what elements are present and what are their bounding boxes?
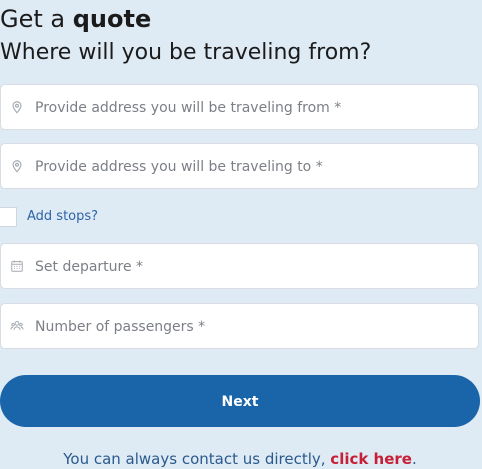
contact-text-after: . — [411, 450, 417, 468]
calendar-icon — [9, 258, 25, 274]
contact-text-before: You can always contact us directly, — [63, 450, 331, 468]
from-address-placeholder: Provide address you will be traveling fr… — [35, 100, 342, 116]
next-button[interactable]: Next — [0, 375, 480, 427]
to-address-field[interactable]: Provide address you will be traveling to… — [0, 143, 479, 189]
passengers-icon — [9, 318, 25, 334]
quote-form: Get a quote Where will you be traveling … — [0, 0, 482, 469]
location-pin-icon — [9, 99, 25, 115]
title-emphasis: quote — [72, 5, 152, 33]
passengers-placeholder: Number of passengers * — [35, 319, 206, 335]
to-address-placeholder: Provide address you will be traveling to… — [35, 159, 323, 175]
page-title: Get a quote — [0, 4, 151, 34]
passengers-field[interactable]: Number of passengers * — [0, 303, 479, 349]
departure-field[interactable]: Set departure * — [0, 243, 479, 289]
from-address-field[interactable]: Provide address you will be traveling fr… — [0, 84, 479, 130]
add-stops-row[interactable]: Add stops? — [0, 207, 140, 229]
departure-placeholder: Set departure * — [35, 259, 144, 275]
contact-message: You can always contact us directly, clic… — [0, 450, 480, 468]
location-pin-icon — [9, 158, 25, 174]
add-stops-label[interactable]: Add stops? — [27, 208, 98, 226]
add-stops-checkbox[interactable] — [0, 207, 17, 227]
page-subtitle: Where will you be traveling from? — [0, 40, 372, 65]
title-prefix: Get a — [0, 5, 73, 33]
contact-link[interactable]: click here — [330, 450, 412, 468]
